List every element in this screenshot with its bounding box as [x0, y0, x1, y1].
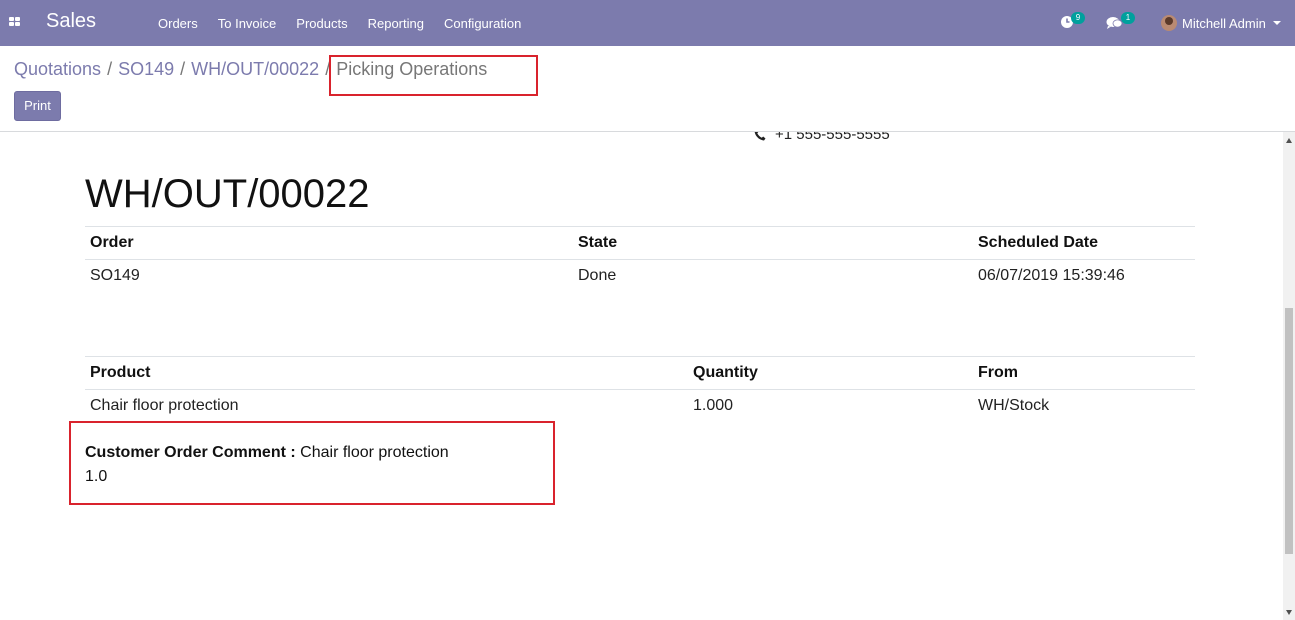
table-header-row: Product Quantity From — [85, 356, 1195, 390]
menu-item-products[interactable]: Products — [286, 16, 357, 31]
menu-item-orders[interactable]: Orders — [148, 16, 208, 31]
product-value: Chair floor protection — [90, 396, 239, 414]
control-panel: Quotations / SO149 / WH/OUT/00022 / Pick… — [0, 46, 1295, 132]
message-count-badge: 1 — [1121, 12, 1135, 24]
customer-order-comment: Customer Order Comment : Chair floor pro… — [85, 441, 449, 489]
picking-info-table: Order State Scheduled Date SO149 Done 06… — [85, 226, 1195, 292]
menu-item-configuration[interactable]: Configuration — [434, 16, 531, 31]
menu-item-to-invoice[interactable]: To Invoice — [208, 16, 287, 31]
scrollbar-thumb[interactable] — [1285, 308, 1293, 554]
print-button[interactable]: Print — [14, 91, 61, 121]
app-name[interactable]: Sales — [46, 10, 96, 33]
move-lines-table: Product Quantity From Chair floor protec… — [85, 356, 1195, 422]
quantity-value: 1.000 — [693, 396, 734, 414]
phone-icon — [754, 132, 766, 140]
menu-item-reporting[interactable]: Reporting — [358, 16, 434, 31]
table-header-row: Order State Scheduled Date — [85, 226, 1195, 260]
breadcrumb-quotations[interactable]: Quotations — [14, 59, 101, 80]
document-title: WH/OUT/00022 — [85, 172, 370, 216]
breadcrumb-so149[interactable]: SO149 — [118, 59, 174, 80]
company-phone: +1 555-555-5555 — [754, 132, 890, 143]
column-header-scheduled-date: Scheduled Date — [973, 226, 1195, 260]
scroll-down-arrow-icon[interactable] — [1286, 610, 1292, 615]
activity-button[interactable]: 9 — [1060, 12, 1085, 32]
column-header-order: Order — [85, 226, 573, 260]
breadcrumb-separator: / — [107, 59, 113, 79]
chevron-down-icon — [1272, 21, 1281, 25]
column-header-from: From — [973, 356, 1195, 390]
comment-value: Chair floor protection — [300, 444, 449, 461]
column-header-product: Product — [85, 356, 688, 390]
state-value: Done — [578, 266, 617, 284]
breadcrumb-separator: / — [180, 59, 186, 79]
from-location-value: WH/Stock — [978, 396, 1050, 414]
comment-label: Customer Order Comment : — [85, 444, 296, 461]
comment-value-second-line: 1.0 — [85, 468, 108, 485]
table-row: Chair floor protection 1.000 WH/Stock — [85, 390, 1195, 422]
top-navbar: Sales Orders To Invoice Products Reporti… — [0, 0, 1295, 46]
main-menu: Orders To Invoice Products Reporting Con… — [148, 0, 531, 46]
highlight-box-breadcrumb — [329, 55, 538, 96]
report-view: +1 555-555-5555 WH/OUT/00022 Order State… — [0, 132, 1283, 620]
messages-button[interactable]: 1 — [1106, 12, 1136, 32]
phone-number: +1 555-555-5555 — [775, 132, 890, 143]
apps-menu-icon[interactable] — [9, 17, 20, 27]
column-header-quantity: Quantity — [688, 356, 973, 390]
avatar — [1161, 15, 1177, 31]
scroll-up-arrow-icon[interactable] — [1286, 138, 1292, 143]
order-value: SO149 — [90, 266, 140, 284]
table-row: SO149 Done 06/07/2019 15:39:46 — [85, 260, 1195, 292]
user-menu[interactable]: Mitchell Admin — [1161, 0, 1281, 46]
activity-count-badge: 9 — [1071, 12, 1085, 24]
user-name: Mitchell Admin — [1182, 15, 1266, 31]
column-header-state: State — [573, 226, 973, 260]
breadcrumb-wh-out[interactable]: WH/OUT/00022 — [191, 59, 319, 80]
report-scrollbar[interactable] — [1283, 132, 1295, 620]
scheduled-date-value: 06/07/2019 15:39:46 — [978, 266, 1125, 284]
